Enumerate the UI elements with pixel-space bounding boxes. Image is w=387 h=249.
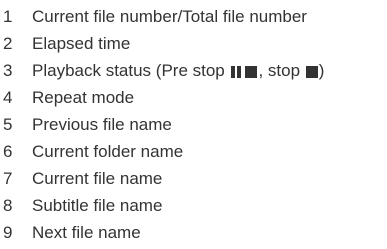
legend-item-9: 9 Next file name [0,219,387,246]
legend-number: 2 [3,34,13,53]
legend-text: Current folder name [32,142,184,161]
pause-stop-icon [231,65,258,78]
legend-item-6: 6 Current folder name [0,138,387,165]
legend-item-8: 8 Subtitle file name [0,192,387,219]
legend-item-5: 5 Previous file name [0,111,387,138]
legend-text-part: , stop [258,61,305,80]
stop-icon [305,65,318,78]
legend-text-part: Playback status (Pre stop [32,61,230,80]
legend-item-4: 4 Repeat mode [0,84,387,111]
legend-number: 9 [3,223,13,242]
legend-item-3: 3 Playback status (Pre stop , stop ) [0,57,387,84]
legend-text: Elapsed time [32,34,131,53]
legend-number: 7 [3,169,13,188]
legend-list: 1 Current file number/Total file number … [0,3,387,246]
legend-text: Current file name [32,169,163,188]
legend-item-7: 7 Current file name [0,165,387,192]
legend-number: 8 [3,196,13,215]
legend-number: 3 [3,61,13,80]
legend-text: Repeat mode [32,88,135,107]
legend-text: Current file number/Total file number [32,7,307,26]
legend-number: 6 [3,142,13,161]
legend-text-playback-status: Playback status (Pre stop , stop ) [32,57,324,84]
legend-item-2: 2 Elapsed time [0,30,387,57]
legend-text: Subtitle file name [32,196,163,215]
legend-text: Previous file name [32,115,172,134]
legend-number: 4 [3,88,13,107]
legend-text-part: ) [318,61,325,80]
legend-number: 5 [3,115,13,134]
legend-item-1: 1 Current file number/Total file number [0,3,387,30]
legend-number: 1 [3,7,13,26]
legend-text: Next file name [32,223,141,242]
